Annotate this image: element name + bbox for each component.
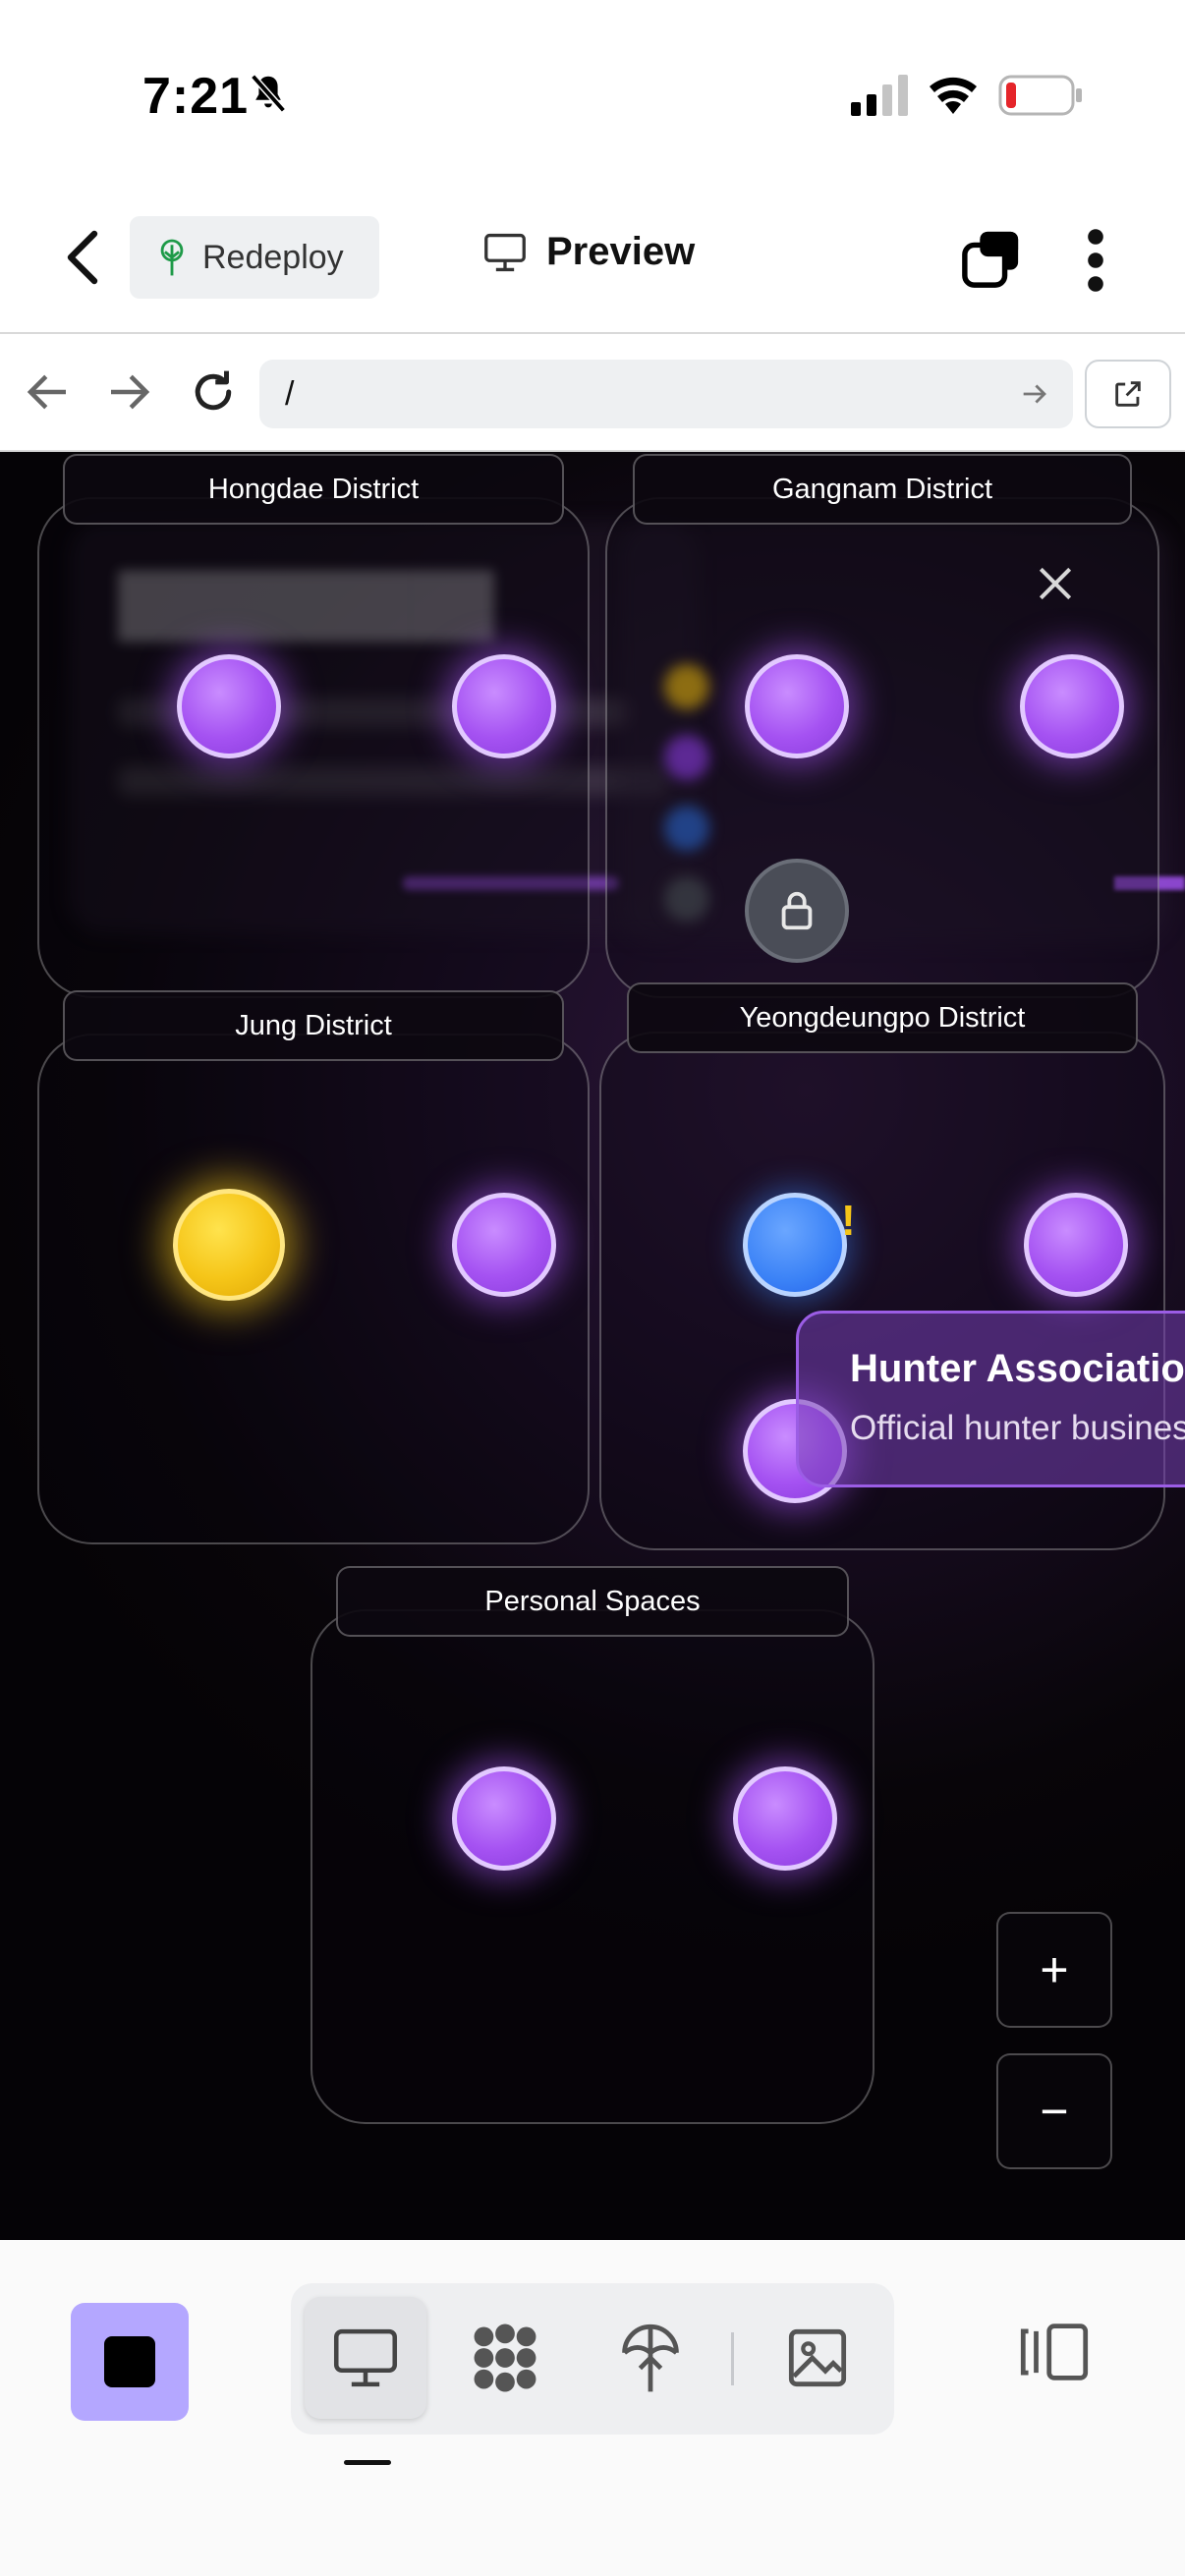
status-time: 7:21 — [142, 68, 250, 125]
zoom-out-button[interactable]: − — [996, 2053, 1112, 2169]
monitor-icon — [484, 233, 526, 271]
zoom-in-label: + — [1040, 1942, 1069, 1997]
battery-low-icon — [998, 75, 1082, 116]
district-label-yeongdeungpo[interactable]: Yeongdeungpo District — [627, 982, 1138, 1053]
url-input[interactable] — [285, 369, 973, 419]
view-mode-segmented-control — [291, 2283, 894, 2435]
map-node[interactable] — [1024, 1193, 1128, 1297]
preview-title: Preview — [483, 230, 695, 274]
deploy-umbrella-icon — [622, 2324, 679, 2392]
split-panels-icon[interactable] — [1018, 2321, 1091, 2383]
lock-button[interactable] — [745, 859, 849, 963]
map-node[interactable] — [1020, 654, 1124, 758]
tree-deploy-icon — [160, 239, 184, 276]
app-header: Redeploy Preview — [0, 187, 1185, 334]
stop-button[interactable] — [71, 2303, 189, 2421]
go-arrow-icon[interactable] — [1018, 377, 1051, 411]
bottom-toolbar — [0, 2240, 1185, 2576]
status-bar: 7:21 — [0, 0, 1185, 187]
segment-divider — [731, 2332, 734, 2385]
preview-label: Preview — [546, 230, 696, 273]
preview-mode-button[interactable] — [305, 2297, 426, 2419]
map-node[interactable] — [733, 1766, 837, 1871]
deploy-mode-button[interactable] — [590, 2297, 711, 2419]
district-label-gangnam[interactable]: Gangnam District — [633, 454, 1132, 525]
map-node[interactable] — [745, 654, 849, 758]
district-label-personal-spaces[interactable]: Personal Spaces — [336, 1566, 849, 1637]
nodes-grid-icon — [474, 2324, 536, 2392]
nav-back-arrow-icon[interactable] — [22, 365, 75, 419]
tooltip-title: Hunter Association — [850, 1347, 1185, 1390]
district-label-jung[interactable]: Jung District — [63, 990, 564, 1061]
bell-slash-icon — [251, 74, 286, 113]
tooltip-subtitle: Official hunter business — [850, 1409, 1185, 1447]
wifi-icon — [930, 77, 977, 114]
alert-mark: ! — [841, 1197, 856, 1245]
windows-stack-icon[interactable] — [961, 228, 1022, 289]
map-node[interactable] — [452, 1193, 556, 1297]
image-icon — [788, 2328, 847, 2387]
external-link-icon — [1115, 381, 1141, 407]
open-external-button[interactable] — [1085, 360, 1171, 428]
lock-icon — [781, 891, 813, 930]
close-icon[interactable] — [1034, 562, 1077, 605]
district-label-hongdae[interactable]: Hongdae District — [63, 454, 564, 525]
location-tooltip: Hunter Association Official hunter busin… — [796, 1311, 1185, 1487]
stop-icon — [104, 2336, 155, 2387]
monitor-icon — [333, 2328, 398, 2387]
url-field[interactable] — [259, 360, 1073, 428]
zoom-out-label: − — [1040, 2084, 1069, 2139]
zoom-in-button[interactable]: + — [996, 1912, 1112, 2028]
redeploy-label: Redeploy — [202, 238, 344, 276]
map-node[interactable] — [452, 1766, 556, 1871]
back-chevron-icon[interactable] — [59, 228, 106, 287]
map-node-gold[interactable] — [173, 1189, 285, 1301]
map-node[interactable] — [452, 654, 556, 758]
map-node-blue[interactable] — [743, 1193, 847, 1297]
reload-icon[interactable] — [187, 365, 240, 419]
map-node[interactable] — [177, 654, 281, 758]
browser-url-bar — [0, 336, 1185, 452]
cellular-signal-icon — [851, 75, 908, 116]
redeploy-button[interactable]: Redeploy — [130, 216, 379, 299]
more-vertical-icon[interactable] — [1081, 228, 1110, 293]
district-map-canvas[interactable]: █████████ Hongdae District Gangnam Distr… — [0, 452, 1185, 2240]
workflow-mode-button[interactable] — [444, 2297, 566, 2419]
active-tab-indicator — [344, 2460, 391, 2465]
nav-forward-arrow-icon[interactable] — [102, 365, 155, 419]
assets-mode-button[interactable] — [757, 2297, 878, 2419]
